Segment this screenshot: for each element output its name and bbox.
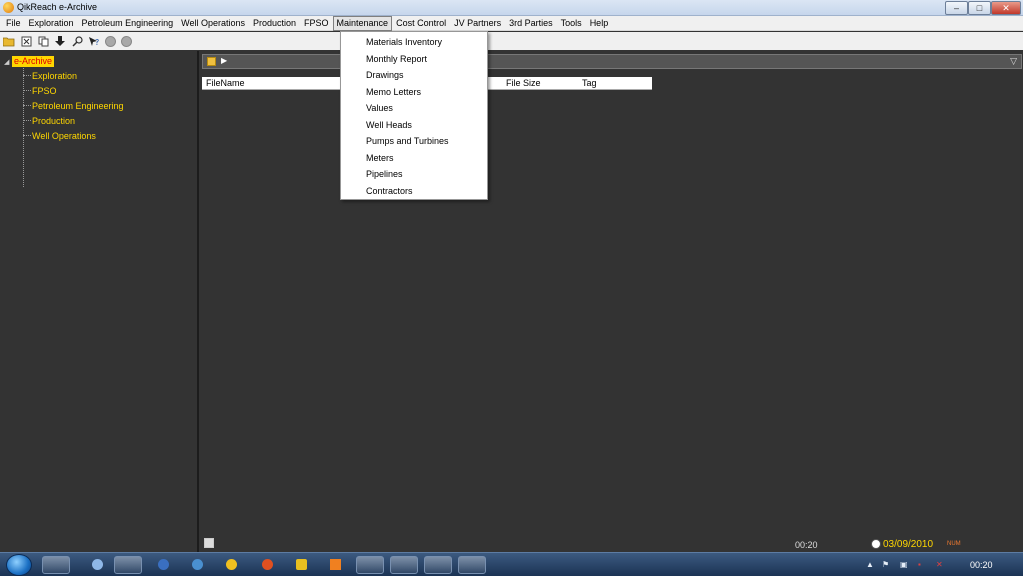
menu-help[interactable]: Help bbox=[586, 16, 613, 31]
menu-item-contractors[interactable]: Contractors bbox=[342, 183, 487, 199]
toolbar: ? bbox=[0, 32, 1023, 50]
maintenance-dropdown: Materials Inventory Monthly Report Drawi… bbox=[340, 31, 488, 200]
menu-petroleum-engineering[interactable]: Petroleum Engineering bbox=[78, 16, 178, 31]
chrome-app-icon[interactable] bbox=[262, 559, 273, 570]
app-icon bbox=[3, 2, 14, 13]
folder-app-icon[interactable] bbox=[92, 559, 103, 570]
menu-well-operations[interactable]: Well Operations bbox=[177, 16, 249, 31]
menu-item-memo-letters[interactable]: Memo Letters bbox=[342, 84, 487, 100]
path-arrow-icon[interactable]: ▶ bbox=[221, 56, 227, 65]
menu-item-drawings[interactable]: Drawings bbox=[342, 67, 487, 83]
menu-jv-partners[interactable]: JV Partners bbox=[450, 16, 505, 31]
menu-production[interactable]: Production bbox=[249, 16, 300, 31]
status-date: 03/09/2010 bbox=[883, 539, 934, 550]
column-tag[interactable]: Tag bbox=[582, 78, 597, 89]
flag-icon[interactable]: ⚑ bbox=[882, 560, 889, 569]
menu-bar: File Exploration Petroleum Engineering W… bbox=[0, 15, 1023, 31]
tree-item-label[interactable]: Well Operations bbox=[31, 130, 96, 142]
column-file-size[interactable]: File Size bbox=[506, 78, 541, 89]
folder-icon bbox=[207, 57, 216, 66]
back-icon[interactable] bbox=[105, 35, 116, 47]
column-filename[interactable]: FileName bbox=[206, 78, 245, 89]
menu-item-monthly-report[interactable]: Monthly Report bbox=[342, 51, 487, 67]
tree-item-fpso[interactable]: FPSO bbox=[23, 84, 57, 97]
menu-cost-control[interactable]: Cost Control bbox=[392, 16, 450, 31]
forward-icon[interactable] bbox=[121, 35, 132, 47]
app-icon[interactable] bbox=[296, 559, 307, 570]
title-bar: QikReach e-Archive – □ ✕ bbox=[0, 0, 1023, 16]
status-time: 00:20 bbox=[795, 540, 818, 550]
menu-3rd-parties[interactable]: 3rd Parties bbox=[505, 16, 557, 31]
network-icon[interactable]: ▣ bbox=[900, 560, 908, 569]
start-button[interactable] bbox=[6, 554, 32, 576]
open-folder-icon[interactable] bbox=[3, 35, 15, 47]
menu-maintenance[interactable]: Maintenance bbox=[332, 15, 393, 31]
maximize-button[interactable]: □ bbox=[968, 1, 991, 15]
download-icon[interactable] bbox=[54, 35, 66, 47]
messenger-app-icon[interactable] bbox=[226, 559, 237, 570]
menu-item-pumps-and-turbines[interactable]: Pumps and Turbines bbox=[342, 133, 487, 149]
tree-item-label[interactable]: FPSO bbox=[31, 85, 57, 97]
window-title: QikReach e-Archive bbox=[17, 2, 98, 12]
tree-item-label[interactable]: Petroleum Engineering bbox=[31, 100, 124, 112]
vlc-app-icon[interactable] bbox=[330, 559, 341, 570]
browser-app-icon[interactable] bbox=[192, 559, 203, 570]
menu-tools[interactable]: Tools bbox=[557, 16, 586, 31]
tree-root[interactable]: ◢ e-Archive bbox=[4, 56, 55, 67]
help-icon[interactable]: ? bbox=[88, 35, 100, 47]
status-icon bbox=[204, 538, 214, 548]
taskbar-app-button[interactable] bbox=[390, 556, 418, 574]
tree-item-well-operations[interactable]: Well Operations bbox=[23, 129, 96, 142]
tree-item-exploration[interactable]: Exploration bbox=[23, 69, 77, 82]
close-button[interactable]: ✕ bbox=[991, 1, 1021, 15]
taskbar-qikreach-button[interactable] bbox=[458, 556, 486, 574]
taskbar-clock[interactable]: 00:20 bbox=[970, 560, 993, 570]
tree-item-label[interactable]: Production bbox=[31, 115, 75, 127]
menu-fpso[interactable]: FPSO bbox=[300, 16, 333, 31]
svg-text:?: ? bbox=[95, 38, 99, 47]
menu-exploration[interactable]: Exploration bbox=[25, 16, 78, 31]
menu-item-meters[interactable]: Meters bbox=[342, 150, 487, 166]
clock-icon bbox=[871, 539, 881, 549]
taskbar: ▲ ⚑ ▣ ▪ ✕ 00:20 bbox=[0, 552, 1023, 576]
signal-icon[interactable]: ▪ bbox=[918, 560, 921, 569]
menu-item-values[interactable]: Values bbox=[342, 100, 487, 116]
menu-item-materials-inventory[interactable]: Materials Inventory bbox=[342, 34, 487, 50]
media-app-icon[interactable] bbox=[158, 559, 169, 570]
menu-item-pipelines[interactable]: Pipelines bbox=[342, 166, 487, 182]
menu-file[interactable]: File bbox=[2, 16, 25, 31]
tree-panel: ◢ e-Archive Exploration FPSO Petroleum E… bbox=[0, 51, 199, 552]
copy-icon[interactable] bbox=[37, 35, 49, 47]
taskbar-app-button[interactable] bbox=[42, 556, 70, 574]
taskbar-app-button[interactable] bbox=[114, 556, 142, 574]
taskbar-app-button[interactable] bbox=[424, 556, 452, 574]
path-dropdown-icon[interactable]: ▽ bbox=[1010, 56, 1017, 67]
main-panel: ▶ ▽ FileName File Size Tag 00:20 03/09/2… bbox=[201, 51, 1023, 552]
show-hidden-icons-icon[interactable]: ▲ bbox=[866, 560, 874, 569]
volume-muted-icon[interactable]: ✕ bbox=[936, 560, 943, 569]
menu-item-well-heads[interactable]: Well Heads bbox=[342, 117, 487, 133]
collapse-icon[interactable]: ◢ bbox=[4, 58, 12, 66]
minimize-button[interactable]: – bbox=[945, 1, 968, 15]
cut-icon[interactable] bbox=[20, 35, 32, 47]
tree-item-production[interactable]: Production bbox=[23, 114, 75, 127]
num-lock-indicator: NUM bbox=[947, 541, 961, 547]
find-icon[interactable] bbox=[71, 35, 83, 47]
tree-root-label[interactable]: e-Archive bbox=[12, 56, 55, 67]
tree-item-petroleum-engineering[interactable]: Petroleum Engineering bbox=[23, 99, 124, 112]
tree-item-label[interactable]: Exploration bbox=[31, 70, 77, 82]
taskbar-word-button[interactable] bbox=[356, 556, 384, 574]
path-bar[interactable]: ▶ ▽ bbox=[202, 54, 1022, 69]
